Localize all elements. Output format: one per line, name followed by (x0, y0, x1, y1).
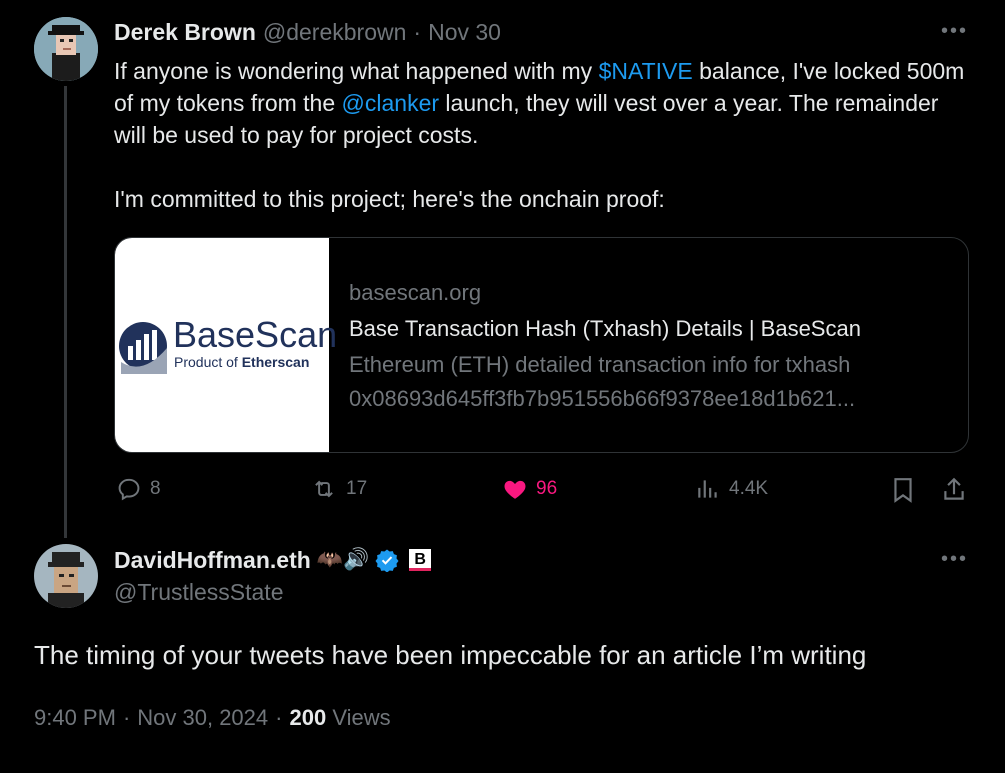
tweet-header: Derek Brown @derekbrown · Nov 30 (114, 17, 501, 47)
card-description-line2: 0x08693d645ff3fb7b951556b66f9378ee18d1b6… (349, 386, 856, 411)
tweet-text: If anyone is wondering what happened wit… (114, 55, 974, 215)
card-logo-image: BaseScan Product of Etherscan (115, 238, 337, 452)
card-logo-text: BaseScan (173, 314, 338, 355)
header-separator: · (413, 18, 422, 45)
reply-button[interactable]: 8 (116, 476, 161, 502)
text-part-1: If anyone is wondering what happened wit… (114, 58, 599, 84)
bookmark-icon (894, 478, 912, 503)
thread-line (64, 86, 67, 538)
like-count: 96 (536, 478, 558, 499)
views-count: 4.4K (729, 478, 769, 499)
mention-link[interactable]: @clanker (342, 90, 440, 116)
heart-icon (504, 480, 526, 499)
reply-date[interactable]: Nov 30, 2024 (137, 705, 268, 731)
reply-author-name[interactable]: DavidHoffman.eth (114, 547, 311, 574)
basescan-logo-icon (119, 322, 167, 374)
avatar-image (34, 17, 98, 81)
share-icon (944, 477, 964, 500)
reply-meta: 9:40 PM · Nov 30, 2024 · 200 Views (34, 705, 391, 731)
analytics-icon (698, 480, 717, 498)
author-avatar[interactable] (34, 17, 98, 81)
link-preview-card[interactable]: BaseScan Product of Etherscan basescan.o… (114, 237, 969, 453)
reply-header: DavidHoffman.eth 🦇🔊 B (114, 545, 432, 575)
reply-more-options-icon[interactable]: ••• (941, 548, 968, 571)
reply-count: 8 (150, 478, 161, 499)
reply-avatar-image (34, 544, 98, 608)
views-button[interactable]: 4.4K (695, 476, 768, 502)
reply-views-count: 200 (289, 705, 327, 730)
share-button[interactable] (941, 476, 967, 509)
verified-badge-icon[interactable] (375, 548, 399, 572)
repost-icon (315, 480, 333, 498)
tweet-date[interactable]: Nov 30 (428, 19, 501, 46)
meta-separator-2: · (275, 705, 283, 730)
card-logo-subtext-prefix: Product of (174, 354, 242, 370)
reply-author-avatar[interactable] (34, 544, 98, 608)
reply-emoji: 🦇🔊 (316, 548, 370, 571)
reply-views-label: Views (332, 705, 391, 730)
reply-author-handle[interactable]: @TrustlessState (114, 579, 284, 606)
author-handle[interactable]: @derekbrown (263, 19, 407, 46)
card-logo-subtext: Product of Etherscan (174, 354, 309, 370)
author-name[interactable]: Derek Brown (114, 19, 256, 46)
reply-time[interactable]: 9:40 PM (34, 705, 116, 731)
cashtag-link[interactable]: $NATIVE (599, 58, 693, 84)
card-logo-subtext-bold: Etherscan (241, 354, 310, 370)
reply-icon (118, 478, 140, 501)
like-button[interactable]: 96 (502, 476, 557, 502)
repost-button[interactable]: 17 (310, 476, 367, 502)
repost-count: 17 (346, 478, 368, 499)
bookmark-button[interactable] (890, 476, 916, 509)
meta-separator-1: · (122, 705, 131, 730)
more-options-icon[interactable]: ••• (941, 20, 968, 43)
card-title: Base Transaction Hash (Txhash) Details |… (349, 316, 861, 341)
affiliate-badge[interactable]: B (409, 549, 432, 571)
card-domain: basescan.org (349, 280, 482, 305)
card-description-line1: Ethereum (ETH) detailed transaction info… (349, 352, 851, 377)
reply-text: The timing of your tweets have been impe… (34, 640, 867, 670)
